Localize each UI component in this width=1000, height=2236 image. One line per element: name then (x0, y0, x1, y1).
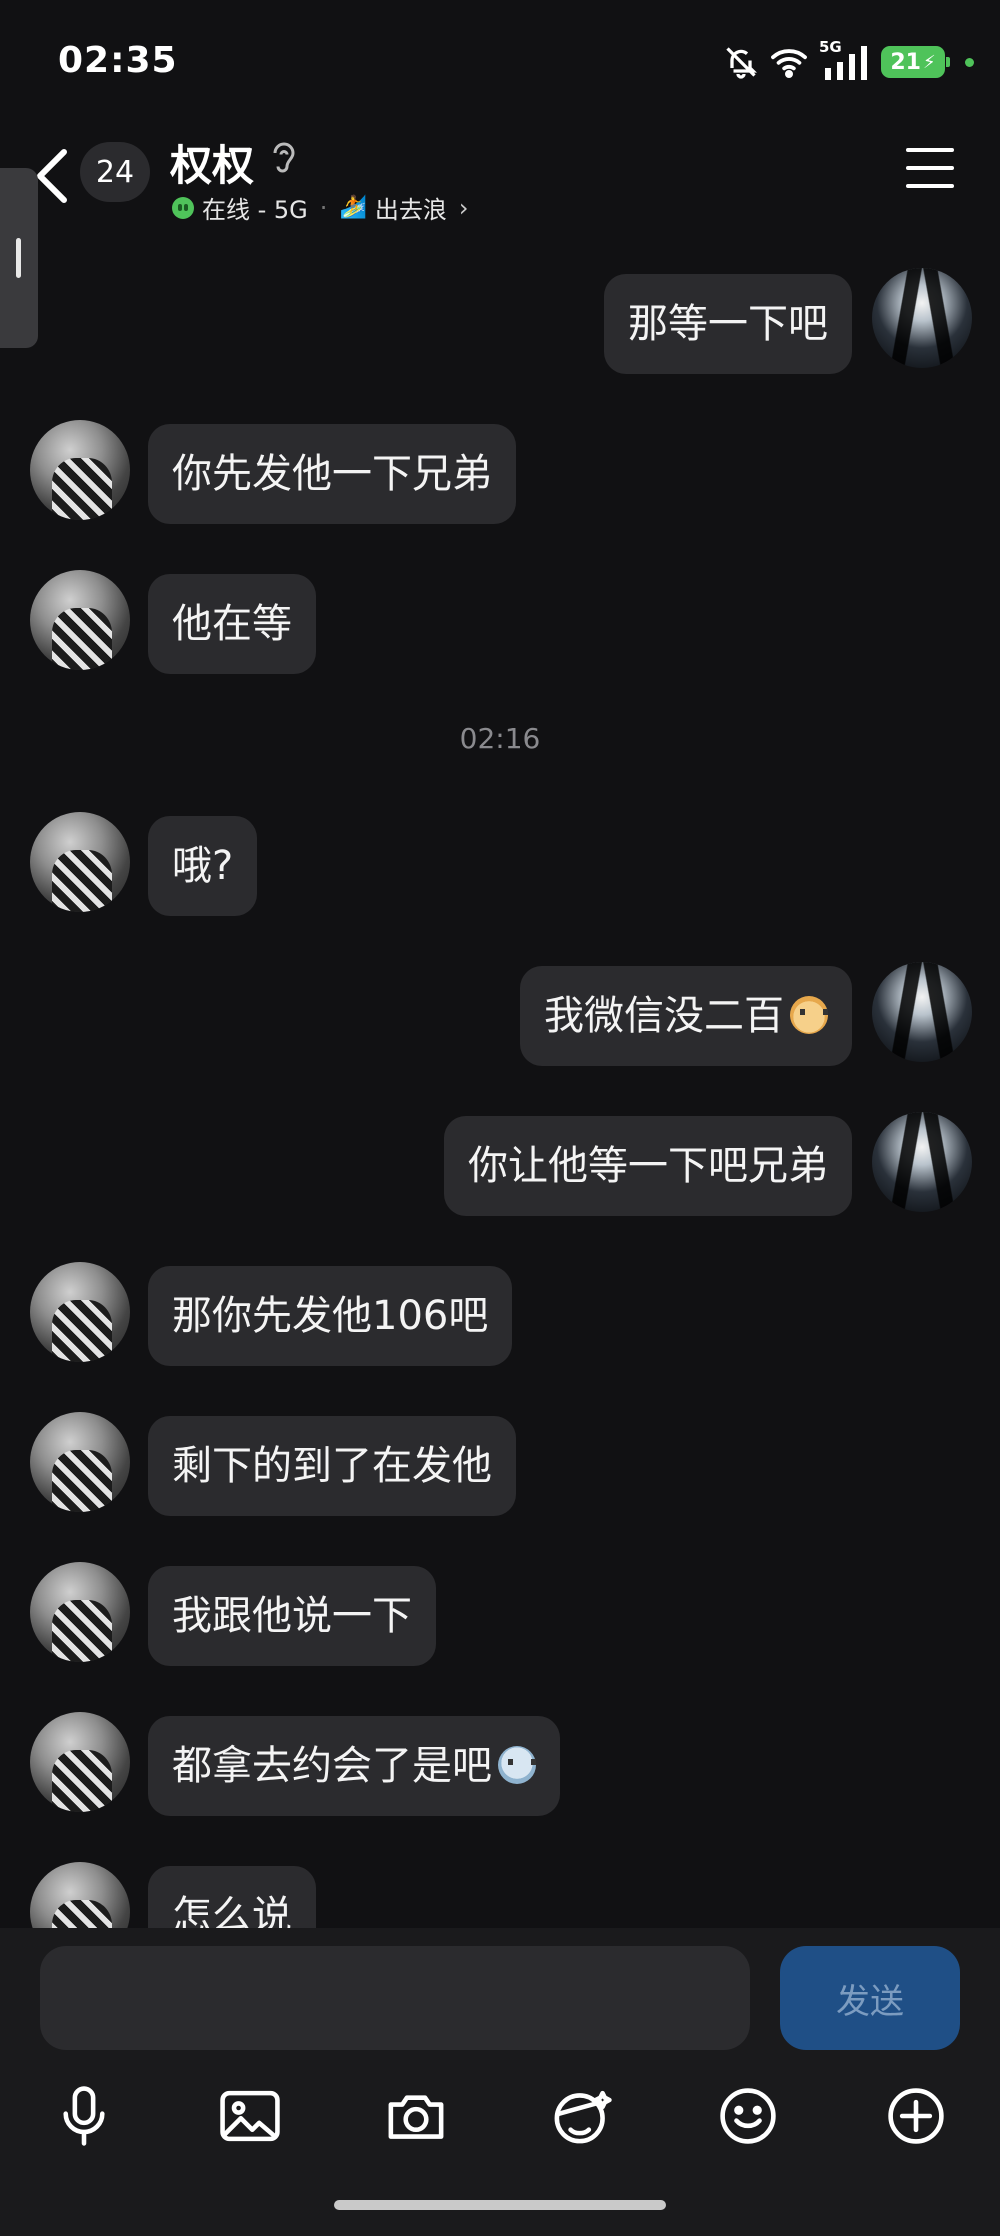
message-timestamp: 02:16 (459, 722, 541, 755)
self-avatar[interactable] (872, 962, 972, 1062)
back-arrow-icon[interactable] (32, 146, 72, 206)
bear-emoji-icon (790, 996, 828, 1034)
status-time: 02:35 (58, 40, 178, 81)
message-bubble[interactable]: 我微信没二百 (520, 966, 852, 1066)
message-bubble[interactable]: 都拿去约会了是吧 (148, 1716, 560, 1816)
contact-status-line[interactable]: 在线 - 5G · 🏄 出去浪 › (172, 190, 468, 225)
message-bubble[interactable]: 哦? (148, 816, 258, 916)
send-button[interactable]: 发送 (780, 1946, 960, 2050)
message-text: 都拿去约会了是吧 (172, 1743, 492, 1789)
contact-avatar[interactable] (30, 1712, 130, 1812)
self-avatar[interactable] (872, 268, 972, 368)
input-panel: 发送 (0, 1928, 1000, 2236)
input-toolbar (0, 2076, 1000, 2196)
microphone-icon[interactable] (44, 2076, 124, 2156)
scared-emoji-icon (498, 1746, 536, 1784)
battery-indicator: 21 ⚡ (881, 46, 950, 78)
emoji-icon[interactable] (708, 2076, 788, 2156)
image-icon[interactable] (210, 2076, 290, 2156)
message-bubble[interactable]: 那等一下吧 (604, 274, 852, 374)
contact-name[interactable]: 权权 (170, 132, 254, 193)
activity-text: 出去浪 (374, 196, 447, 224)
charging-bolt-icon: ⚡ (922, 51, 936, 73)
online-status-text: 在线 - 5G (202, 196, 308, 224)
message-bubble[interactable]: 你让他等一下吧兄弟 (444, 1116, 852, 1216)
contact-avatar[interactable] (30, 1262, 130, 1362)
message-bubble[interactable]: 我跟他说一下 (148, 1566, 436, 1666)
plus-icon[interactable] (876, 2076, 956, 2156)
message-bubble[interactable]: 他在等 (148, 574, 316, 674)
menu-icon[interactable] (906, 148, 954, 190)
message-input[interactable] (40, 1946, 750, 2050)
sticker-icon[interactable] (542, 2076, 622, 2156)
chevron-right-icon: › (458, 193, 469, 222)
cellular-signal-icon: 5G (819, 38, 871, 80)
status-bar: 02:35 5G 21 ⚡ (0, 0, 1000, 120)
separator-dot: · (319, 193, 328, 222)
contact-avatar[interactable] (30, 1562, 130, 1662)
unread-count-badge[interactable]: 24 (80, 142, 150, 202)
contact-avatar[interactable] (30, 420, 130, 520)
message-bubble[interactable]: 那你先发他106吧 (148, 1266, 513, 1366)
self-avatar[interactable] (872, 1112, 972, 1212)
contact-avatar[interactable] (30, 1412, 130, 1512)
status-icons: 5G 21 ⚡ (723, 38, 974, 80)
bell-off-icon (726, 47, 757, 79)
privacy-indicator-dot (965, 57, 974, 67)
home-indicator[interactable] (334, 2200, 666, 2210)
message-text: 我微信没二百 (544, 993, 784, 1039)
wifi-icon (771, 49, 807, 78)
message-bubble[interactable]: 你先发他一下兄弟 (148, 424, 516, 524)
online-status-icon (172, 196, 194, 219)
activity-icon: 🏄 (339, 195, 367, 220)
contact-avatar[interactable] (30, 812, 130, 912)
ear-icon (273, 142, 295, 173)
message-bubble[interactable]: 剩下的到了在发他 (148, 1416, 516, 1516)
contact-avatar[interactable] (30, 570, 130, 670)
chat-header: 24 权权 在线 - 5G · 🏄 出去浪 › (0, 120, 1000, 260)
camera-icon[interactable] (376, 2076, 456, 2156)
side-drawer-handle[interactable] (0, 168, 38, 348)
